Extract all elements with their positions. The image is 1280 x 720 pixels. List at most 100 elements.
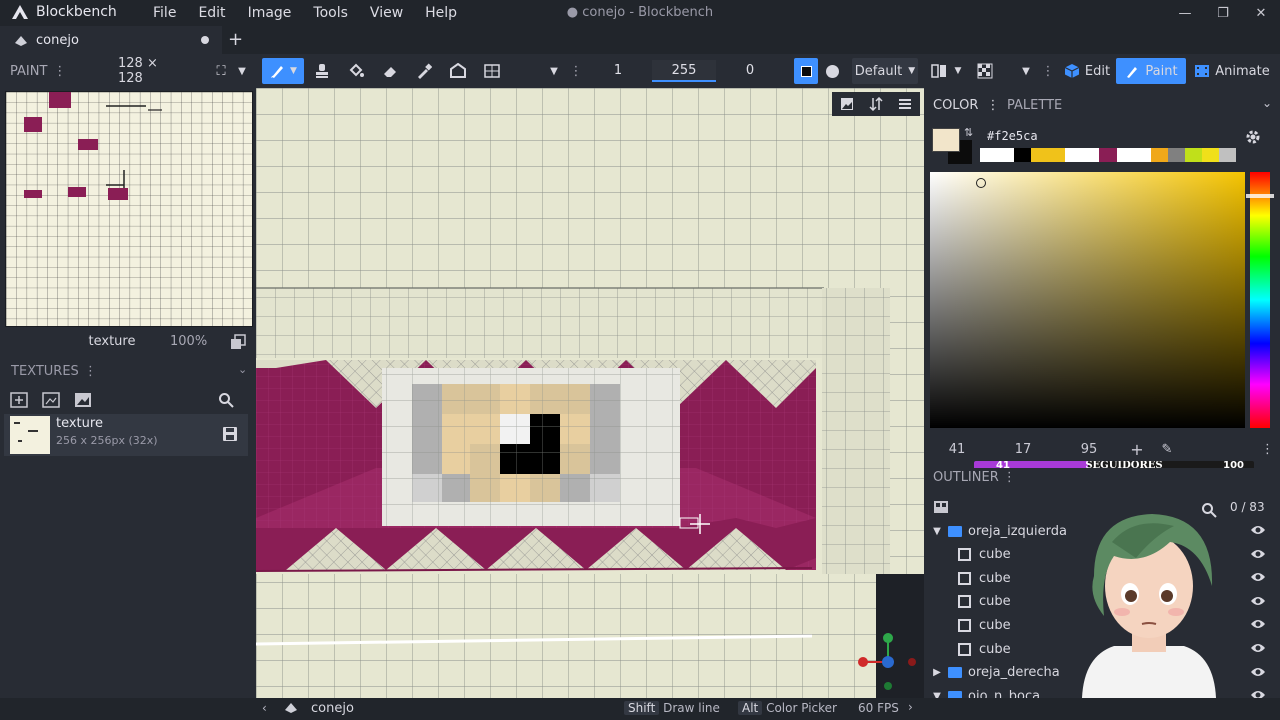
chevron-down-icon: ▼ — [908, 66, 916, 76]
palette-swatch[interactable] — [1014, 148, 1032, 162]
chevron-down-icon[interactable]: ▼ — [928, 526, 946, 537]
eye-icon[interactable] — [1250, 666, 1266, 678]
gear-icon[interactable] — [1244, 128, 1262, 146]
palette-swatch[interactable] — [1184, 148, 1202, 162]
eyedropper-icon[interactable]: ✎ — [1152, 442, 1182, 457]
picker-handle[interactable] — [976, 178, 986, 188]
menu-edit[interactable]: Edit — [187, 0, 236, 26]
drag-handle-icon[interactable]: ⋮ — [987, 98, 1000, 113]
mirror-painting-button[interactable] — [928, 58, 950, 84]
hue-handle[interactable] — [1246, 194, 1274, 198]
primary-color-swatch[interactable] — [932, 128, 960, 152]
color-picker-tool-button[interactable] — [412, 58, 436, 84]
image-icon[interactable] — [840, 97, 854, 111]
save-icon[interactable] — [222, 426, 238, 442]
saturation-value-picker[interactable] — [930, 172, 1245, 428]
copy-icon[interactable] — [230, 334, 246, 350]
edit-mode-button[interactable]: Edit — [1060, 58, 1114, 84]
lock-alpha-button[interactable] — [974, 58, 996, 84]
menu-help[interactable]: Help — [414, 0, 468, 26]
palette-swatch[interactable] — [1150, 148, 1168, 162]
selection-tool-button[interactable] — [480, 58, 504, 84]
paint-mode-button[interactable]: Paint — [1116, 58, 1186, 84]
menu-tools[interactable]: Tools — [302, 0, 359, 26]
chevron-down-icon[interactable]: ▼ — [952, 58, 964, 84]
3d-viewport[interactable] — [256, 88, 924, 698]
drag-handle-icon[interactable]: ⋮ — [570, 58, 583, 84]
chevron-down-icon[interactable]: ▼ — [1018, 58, 1034, 84]
import-texture-icon[interactable] — [42, 392, 60, 408]
palette-swatch[interactable] — [1133, 148, 1151, 162]
eye-icon[interactable] — [1250, 548, 1266, 560]
new-tab-button[interactable]: + — [228, 29, 243, 50]
drag-handle-icon[interactable]: ⋮ — [53, 64, 66, 79]
hue-slider[interactable] — [1246, 172, 1274, 428]
brush-tool-button[interactable]: ▼ — [262, 58, 304, 84]
palette-swatch[interactable] — [1099, 148, 1117, 162]
eye-icon[interactable] — [1250, 618, 1266, 630]
square-brush-button[interactable] — [794, 58, 818, 84]
tab-conejo[interactable]: conejo — [0, 26, 222, 54]
palette-swatch[interactable] — [1065, 148, 1083, 162]
hue-value[interactable]: 41 — [924, 442, 990, 457]
opacity-slider[interactable]: 255 — [652, 60, 716, 82]
eraser-tool-button[interactable] — [378, 58, 402, 84]
palette-swatch[interactable] — [1201, 148, 1219, 162]
shape-tool-button[interactable] — [446, 58, 470, 84]
palette-swatch[interactable] — [1218, 148, 1236, 162]
drag-handle-icon[interactable]: ⋮ — [1003, 470, 1016, 485]
chevron-down-icon[interactable]: ⌄ — [238, 363, 247, 376]
maximize-button[interactable]: ❐ — [1204, 0, 1242, 26]
chevron-down-icon[interactable]: ⌄ — [1262, 96, 1272, 110]
fullscreen-icon[interactable]: ⛶ — [210, 58, 232, 84]
menu-file[interactable]: File — [142, 0, 187, 26]
animate-mode-button[interactable]: Animate — [1190, 58, 1274, 84]
sort-icon[interactable] — [869, 97, 883, 111]
chevron-down-icon[interactable]: ▼ — [234, 58, 250, 84]
value-value[interactable]: 95 — [1056, 442, 1122, 457]
hex-input[interactable]: #f2e5ca — [987, 129, 1038, 143]
saturation-value[interactable]: 17 — [990, 442, 1056, 457]
brush-size-input[interactable]: 1 — [594, 60, 642, 82]
menu-image[interactable]: Image — [237, 0, 303, 26]
palette-swatch[interactable] — [1167, 148, 1185, 162]
chevron-left-icon[interactable]: ‹ — [262, 701, 267, 715]
eye-icon[interactable] — [1250, 642, 1266, 654]
search-icon[interactable] — [218, 392, 234, 408]
unsaved-indicator[interactable] — [201, 36, 209, 44]
fill-tool-button[interactable] — [344, 58, 368, 84]
palette-swatch[interactable] — [1048, 148, 1066, 162]
add-color-icon[interactable]: + — [1122, 440, 1152, 459]
eye-icon[interactable] — [1250, 524, 1266, 536]
palette-swatch[interactable] — [980, 148, 998, 162]
chevron-right-icon[interactable]: › — [908, 700, 913, 714]
eye-icon[interactable] — [1250, 595, 1266, 607]
menu-view[interactable]: View — [359, 0, 414, 26]
drag-handle-icon[interactable]: ⋮ — [1182, 442, 1280, 457]
textures-panel-header[interactable]: TEXTURES ⋮ ⌄ — [0, 360, 256, 384]
chevron-down-icon[interactable]: ▼ — [546, 58, 562, 84]
minimize-button[interactable]: — — [1166, 0, 1204, 26]
menu-icon[interactable] — [898, 97, 912, 111]
tab-palette[interactable]: PALETTE — [1007, 98, 1062, 113]
tab-color[interactable]: COLOR ⋮ — [933, 98, 1000, 113]
add-texture-icon[interactable] — [10, 392, 28, 408]
close-window-button[interactable]: ✕ — [1242, 0, 1280, 26]
palette-swatch[interactable] — [1082, 148, 1100, 162]
palette-swatch[interactable] — [1116, 148, 1134, 162]
drag-handle-icon[interactable]: ⋮ — [84, 364, 97, 379]
drag-handle-icon[interactable]: ⋮ — [1042, 58, 1055, 84]
add-group-icon[interactable] — [933, 500, 949, 514]
blend-mode-select[interactable]: Default ▼ — [852, 58, 918, 84]
image-icon[interactable] — [74, 392, 92, 408]
eye-icon[interactable] — [1250, 571, 1266, 583]
palette-swatch[interactable] — [1031, 148, 1049, 162]
chevron-right-icon[interactable]: ▶ — [928, 667, 946, 678]
round-brush-button[interactable] — [822, 58, 842, 84]
swap-colors-icon[interactable]: ⇅ — [964, 126, 973, 139]
stamp-tool-button[interactable] — [310, 58, 334, 84]
palette-swatch[interactable] — [997, 148, 1015, 162]
softness-input[interactable]: 0 — [726, 60, 774, 82]
texture-list-item[interactable]: texture 256 x 256px (32x) — [4, 414, 248, 456]
texture-preview-canvas[interactable] — [5, 91, 253, 327]
